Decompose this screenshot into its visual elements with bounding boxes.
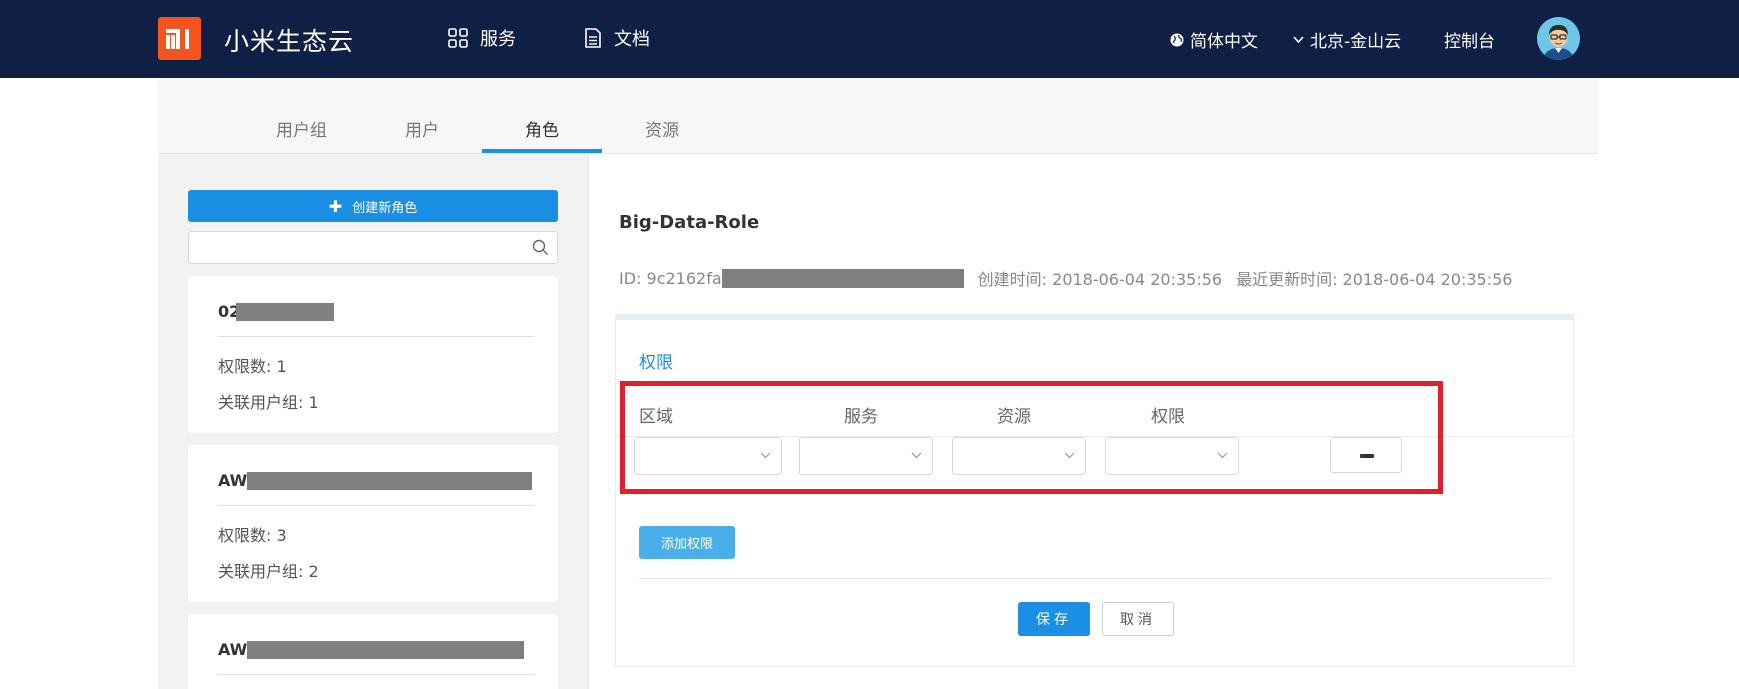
create-role-label: 创建新角色 <box>352 200 418 216</box>
active-tab-indicator <box>482 149 602 153</box>
avatar[interactable] <box>1537 17 1580 60</box>
tab-resources[interactable]: 资源 <box>645 116 679 141</box>
console-link[interactable]: 控制台 <box>1444 27 1495 52</box>
region-label: 北京-金山云 <box>1310 32 1402 52</box>
role-list-sidebar: ✚ 创建新角色 02 权限数: 1 关联用户组: 1 AW 权限数: 3 关联用… <box>158 154 589 689</box>
role-card-title-prefix: AW <box>218 640 248 659</box>
add-permission-button[interactable]: 添加权限 <box>639 526 735 559</box>
redacted-block <box>236 302 335 321</box>
save-button[interactable]: 保存 <box>1018 602 1090 636</box>
nav-services-label: 服务 <box>480 29 516 50</box>
globe-icon <box>1170 33 1184 46</box>
panel-divider <box>639 578 1550 579</box>
redacted-block <box>247 640 525 659</box>
language-selector[interactable]: 简体中文 <box>1170 27 1258 52</box>
search-icon <box>532 239 548 255</box>
plus-icon: ✚ <box>328 196 343 216</box>
role-card[interactable]: 02 权限数: 1 关联用户组: 1 <box>188 276 558 433</box>
tab-user-groups[interactable]: 用户组 <box>276 116 327 141</box>
grid-icon <box>448 28 468 48</box>
card-divider <box>218 505 534 506</box>
nav-docs-label: 文档 <box>614 29 650 50</box>
language-label: 简体中文 <box>1190 32 1258 52</box>
role-card[interactable]: AW <box>188 614 558 689</box>
role-card-title: AW <box>218 640 525 659</box>
role-id: ID: 9c2162fa <box>619 268 722 288</box>
redacted-block <box>721 268 964 288</box>
card-divider <box>218 336 534 337</box>
role-card-title-prefix: AW <box>218 471 248 490</box>
role-name-heading: Big-Data-Role <box>619 212 760 233</box>
role-search-input[interactable] <box>188 231 558 264</box>
highlight-box <box>620 381 1443 494</box>
brand-name[interactable]: 小米生态云 <box>224 22 354 58</box>
role-card[interactable]: AW 权限数: 3 关联用户组: 2 <box>188 445 558 602</box>
mi-logo[interactable] <box>158 17 201 60</box>
tab-bar: 用户组 用户 角色 资源 <box>158 78 1598 154</box>
permission-count: 权限数: 1 <box>218 357 287 376</box>
cancel-button[interactable]: 取消 <box>1102 602 1174 636</box>
tab-users[interactable]: 用户 <box>405 116 439 141</box>
role-card-title: AW <box>218 471 533 490</box>
document-icon <box>585 28 601 48</box>
redacted-block <box>247 471 533 490</box>
permissions-panel: 权限 区域 服务 资源 权限 添加权限 保存 取消 <box>615 314 1574 667</box>
create-role-button[interactable]: ✚ 创建新角色 <box>188 190 558 222</box>
permissions-heading: 权限 <box>639 353 673 373</box>
mi-logo-mark <box>164 23 195 54</box>
linked-group-count: 关联用户组: 2 <box>218 562 319 581</box>
permission-count: 权限数: 3 <box>218 526 287 545</box>
linked-group-count: 关联用户组: 1 <box>218 393 319 412</box>
tab-roles[interactable]: 角色 <box>525 116 559 141</box>
main-container: 用户组 用户 角色 资源 ✚ 创建新角色 02 权限数: 1 关联用户组: 1 <box>158 78 1598 689</box>
updated-time: 最近更新时间: 2018-06-04 20:35:56 <box>1236 270 1513 289</box>
created-time: 创建时间: 2018-06-04 20:35:56 <box>977 270 1223 289</box>
card-divider <box>218 674 534 675</box>
role-card-title: 02 <box>218 302 335 321</box>
role-detail-panel: Big-Data-Role ID: 9c2162fa 创建时间: 2018-06… <box>589 154 1598 689</box>
user-avatar-icon <box>1537 17 1580 60</box>
nav-services[interactable]: 服务 <box>448 25 516 51</box>
nav-docs[interactable]: 文档 <box>584 25 650 51</box>
chevron-down-icon <box>1293 35 1304 43</box>
top-navbar: 小米生态云 服务 文档 简体中文 北京-金山云 控制台 <box>0 0 1739 78</box>
region-selector[interactable]: 北京-金山云 <box>1293 27 1401 52</box>
role-meta: ID: 9c2162fa 创建时间: 2018-06-04 20:35:56 最… <box>619 266 1513 290</box>
